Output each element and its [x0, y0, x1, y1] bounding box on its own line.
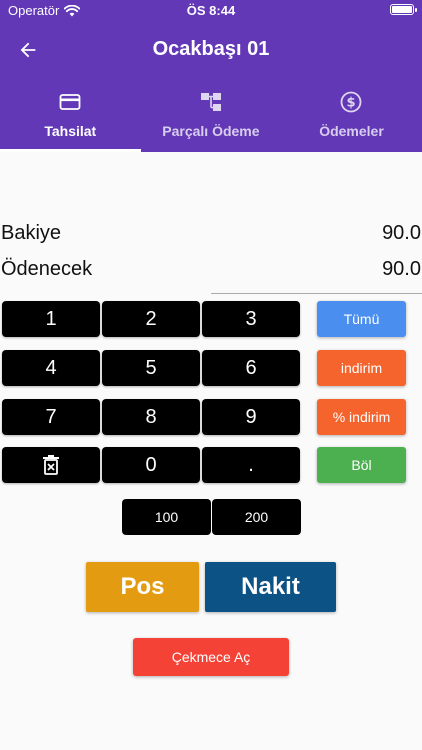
- dollar-circle-icon: $: [341, 91, 362, 113]
- tab-tahsilat[interactable]: Tahsilat: [0, 86, 141, 152]
- tab-bar: Tahsilat Parçalı Ödeme $ Ödemeler: [0, 86, 422, 152]
- page-title: Ocakbaşı 01: [152, 38, 270, 60]
- quick-amount-100[interactable]: 100: [122, 499, 211, 535]
- tab-tahsilat-label: Tahsilat: [44, 123, 97, 139]
- delete-icon: [43, 455, 59, 475]
- credit-card-icon: [59, 94, 81, 110]
- payable-value[interactable]: 90.0: [382, 258, 421, 281]
- key-2[interactable]: 2: [102, 301, 200, 337]
- percent-discount-button[interactable]: % indirim: [317, 399, 406, 435]
- key-7[interactable]: 7: [2, 399, 100, 435]
- header: Operatör ÖS 8:44 Ocakbaşı 01 Tahsilat Pa…: [0, 0, 422, 152]
- svg-text:$: $: [347, 96, 356, 111]
- balance-label: Bakiye: [1, 222, 62, 244]
- split-icon: [200, 93, 221, 111]
- tab-odemeler-label: Ödemeler: [319, 123, 384, 139]
- tab-odemeler[interactable]: $ Ödemeler: [281, 86, 422, 152]
- key-4[interactable]: 4: [2, 350, 100, 386]
- pos-button[interactable]: Pos: [86, 562, 199, 612]
- split-button[interactable]: Böl: [317, 447, 406, 483]
- tab-parcali-odeme-label: Parçalı Ödeme: [162, 123, 260, 139]
- all-button[interactable]: Tümü: [317, 301, 406, 337]
- app-bar: Ocakbaşı 01: [0, 28, 422, 72]
- discount-button[interactable]: indirim: [317, 350, 406, 386]
- battery-fill: [392, 6, 412, 13]
- key-3[interactable]: 3: [202, 301, 300, 337]
- battery-icon: [390, 4, 417, 15]
- tab-parcali-odeme[interactable]: Parçalı Ödeme: [141, 86, 282, 152]
- balance-value: 90.0: [382, 222, 421, 244]
- battery-outline: [390, 4, 417, 15]
- quick-amount-200[interactable]: 200: [212, 499, 301, 535]
- key-6[interactable]: 6: [202, 350, 300, 386]
- payable-label: Ödenecek: [1, 258, 93, 280]
- key-9[interactable]: 9: [202, 399, 300, 435]
- key-1[interactable]: 1: [2, 301, 100, 337]
- cash-button[interactable]: Nakit: [205, 562, 336, 612]
- status-bar: Operatör ÖS 8:44: [0, 0, 422, 22]
- key-8[interactable]: 8: [102, 399, 200, 435]
- key-clear[interactable]: [2, 447, 100, 483]
- open-drawer-button[interactable]: Çekmece Aç: [133, 638, 289, 676]
- key-dot[interactable]: .: [202, 447, 300, 483]
- key-0[interactable]: 0: [102, 447, 200, 483]
- payable-divider: [211, 293, 422, 294]
- status-time: ÖS 8:44: [186, 3, 236, 18]
- key-5[interactable]: 5: [102, 350, 200, 386]
